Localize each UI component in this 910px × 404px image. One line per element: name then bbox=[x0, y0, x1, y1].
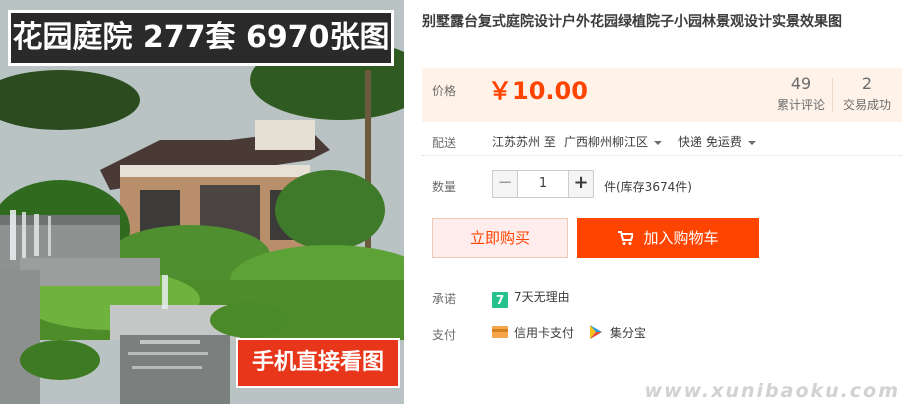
product-title: 别墅露台复式庭院设计户外花园绿植院子小园林景观设计实景效果图 bbox=[422, 14, 842, 30]
shipping-destination-select[interactable]: 广西柳州柳江区 bbox=[564, 133, 663, 150]
seven-day-return-text: 7天无理由 bbox=[514, 290, 570, 304]
payment-label: 支付 bbox=[432, 328, 457, 342]
price-box: 价格 ￥10.00 49 累计评论 2 交易成功 bbox=[422, 68, 902, 122]
decrease-quantity-button[interactable]: − bbox=[492, 170, 518, 198]
shipping-method-select[interactable]: 快递 免运费 bbox=[678, 133, 756, 150]
stat-divider bbox=[832, 78, 833, 112]
quantity-stepper: − 1 + bbox=[492, 170, 594, 198]
shipping-origin: 江苏苏州 至 bbox=[492, 135, 556, 149]
jifenbao-text: 集分宝 bbox=[610, 326, 647, 340]
chevron-down-icon bbox=[654, 140, 663, 145]
shipping-row: 配送 江苏苏州 至 广西柳州柳江区 快递 免运费 bbox=[422, 130, 902, 156]
reviews-count: 49 bbox=[790, 74, 812, 93]
promise-label: 承诺 bbox=[432, 292, 457, 306]
add-to-cart-label: 加入购物车 bbox=[643, 229, 719, 247]
buy-now-button[interactable]: 立即购买 bbox=[432, 218, 568, 258]
seven-day-icon: 7 bbox=[492, 292, 508, 308]
credit-card-text: 信用卡支付 bbox=[514, 326, 575, 340]
credit-card-payment-link[interactable]: 信用卡支付 bbox=[492, 324, 574, 342]
seven-day-return-link[interactable]: 7 7天无理由 bbox=[492, 288, 570, 308]
deals-stat: 2 交易成功 bbox=[836, 72, 898, 114]
deals-label: 交易成功 bbox=[842, 98, 891, 112]
payment-row: 支付 信用卡支付 集分宝 bbox=[422, 324, 902, 344]
increase-quantity-button[interactable]: + bbox=[568, 170, 594, 198]
hero-mobile-badge: 手机直接看图 bbox=[236, 338, 400, 388]
promise-row: 承诺 7 7天无理由 bbox=[422, 288, 902, 308]
price-label: 价格 bbox=[432, 84, 457, 98]
add-to-cart-button[interactable]: 加入购物车 bbox=[577, 218, 759, 258]
product-main-image[interactable]: 花园庭院 277套 6970张图 手机直接看图 bbox=[0, 0, 404, 404]
price-value: ￥10.00 bbox=[488, 77, 588, 105]
reviews-stat[interactable]: 49 累计评论 bbox=[770, 72, 832, 114]
jifenbao-icon bbox=[590, 325, 602, 339]
jifenbao-payment-link[interactable]: 集分宝 bbox=[588, 324, 646, 342]
quantity-input[interactable]: 1 bbox=[518, 170, 568, 198]
hero-title-banner: 花园庭院 277套 6970张图 bbox=[8, 10, 394, 66]
shipping-label: 配送 bbox=[432, 136, 457, 150]
credit-card-icon bbox=[492, 326, 508, 338]
stock-info: 件(库存3674件) bbox=[604, 180, 692, 194]
reviews-label: 累计评论 bbox=[776, 98, 825, 112]
quantity-label: 数量 bbox=[432, 180, 457, 194]
chevron-down-icon bbox=[747, 140, 756, 145]
shipping-destination: 广西柳州柳江区 bbox=[564, 135, 649, 149]
quantity-row: 数量 − 1 + 件(库存3674件) bbox=[422, 170, 902, 200]
deals-count: 2 bbox=[861, 74, 873, 93]
shipping-method: 快递 免运费 bbox=[678, 135, 742, 149]
product-info-panel: 别墅露台复式庭院设计户外花园绿植院子小园林景观设计实景效果图 价格 ￥10.00… bbox=[422, 0, 906, 404]
watermark: www.xunibaoku.com bbox=[644, 380, 900, 402]
cart-icon bbox=[618, 231, 635, 245]
